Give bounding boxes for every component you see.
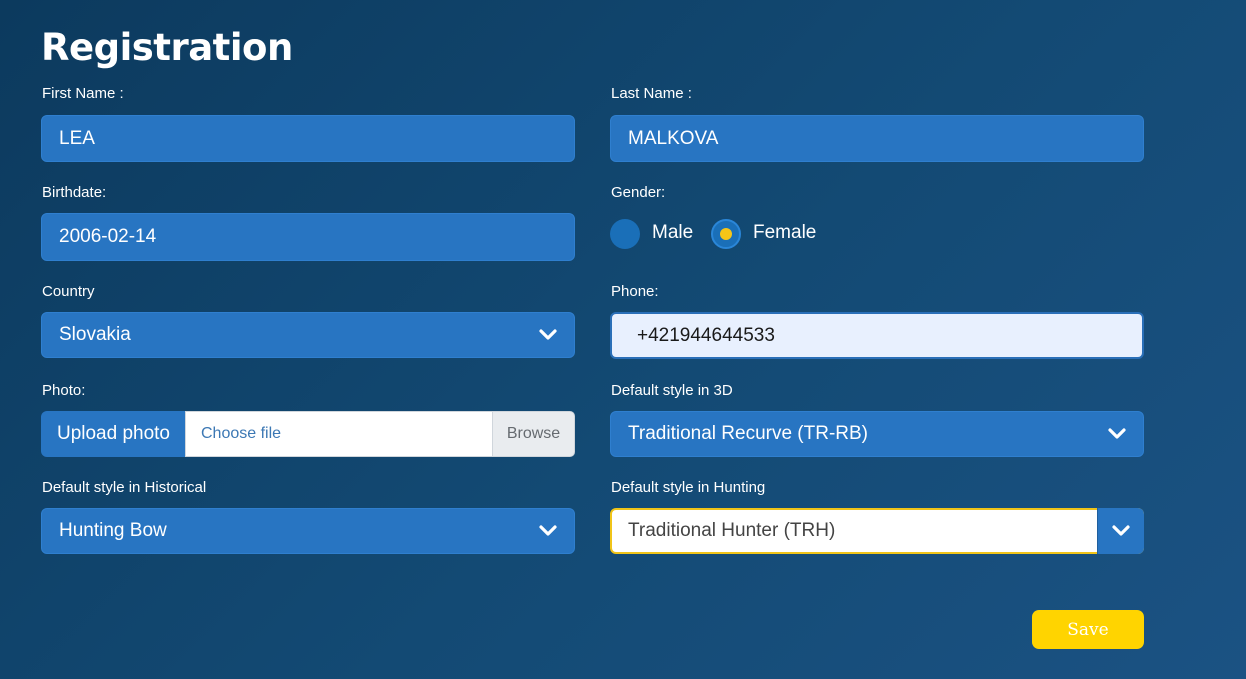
first-name-input[interactable]: LEA (41, 115, 575, 162)
chevron-down-icon (1112, 525, 1130, 536)
chevron-down-icon (1108, 428, 1126, 439)
page-title: Registration (41, 26, 293, 69)
photo-file-input[interactable]: Choose file (185, 411, 493, 457)
style-hunting-label: Default style in Hunting (611, 479, 766, 496)
browse-button[interactable]: Browse (492, 411, 575, 457)
style-hunting-select[interactable]: Traditional Hunter (TRH) (610, 508, 1144, 554)
country-select[interactable]: Slovakia (41, 312, 575, 358)
photo-label: Photo: (42, 382, 86, 399)
phone-label: Phone: (611, 283, 659, 300)
style-3d-value: Traditional Recurve (TR-RB) (628, 423, 869, 444)
gender-male-radio[interactable] (610, 219, 640, 249)
gender-female-label[interactable]: Female (753, 222, 816, 244)
country-label: Country (42, 283, 95, 300)
gender-male-label[interactable]: Male (652, 222, 693, 244)
country-value: Slovakia (59, 324, 131, 345)
style-3d-select[interactable]: Traditional Recurve (TR-RB) (610, 411, 1144, 457)
birthdate-value: 2006-02-14 (59, 226, 157, 247)
birthdate-label: Birthdate: (42, 184, 107, 201)
first-name-value: LEA (59, 127, 95, 149)
phone-value: +421944644533 (637, 324, 775, 346)
last-name-input[interactable]: MALKOVA (610, 115, 1144, 162)
birthdate-input[interactable]: 2006-02-14 (41, 213, 575, 261)
save-button[interactable]: Save (1032, 610, 1144, 649)
style-historical-label: Default style in Historical (42, 479, 207, 496)
upload-photo-button[interactable]: Upload photo (41, 411, 186, 457)
last-name-value: MALKOVA (628, 127, 719, 149)
style-historical-select[interactable]: Hunting Bow (41, 508, 575, 554)
chevron-down-icon (539, 525, 557, 536)
first-name-label: First Name : (42, 85, 124, 102)
style-hunting-value: Traditional Hunter (TRH) (628, 520, 836, 541)
last-name-label: Last Name : (611, 85, 692, 102)
gender-label: Gender: (611, 184, 666, 201)
style-historical-value: Hunting Bow (59, 520, 167, 541)
select-arrow-button[interactable] (1097, 508, 1144, 554)
phone-input[interactable]: +421944644533 (610, 312, 1144, 359)
file-placeholder: Choose file (201, 425, 282, 442)
gender-female-radio[interactable] (711, 219, 741, 249)
chevron-down-icon (539, 329, 557, 340)
radio-selected-dot (720, 228, 732, 240)
style-3d-label: Default style in 3D (611, 382, 733, 399)
